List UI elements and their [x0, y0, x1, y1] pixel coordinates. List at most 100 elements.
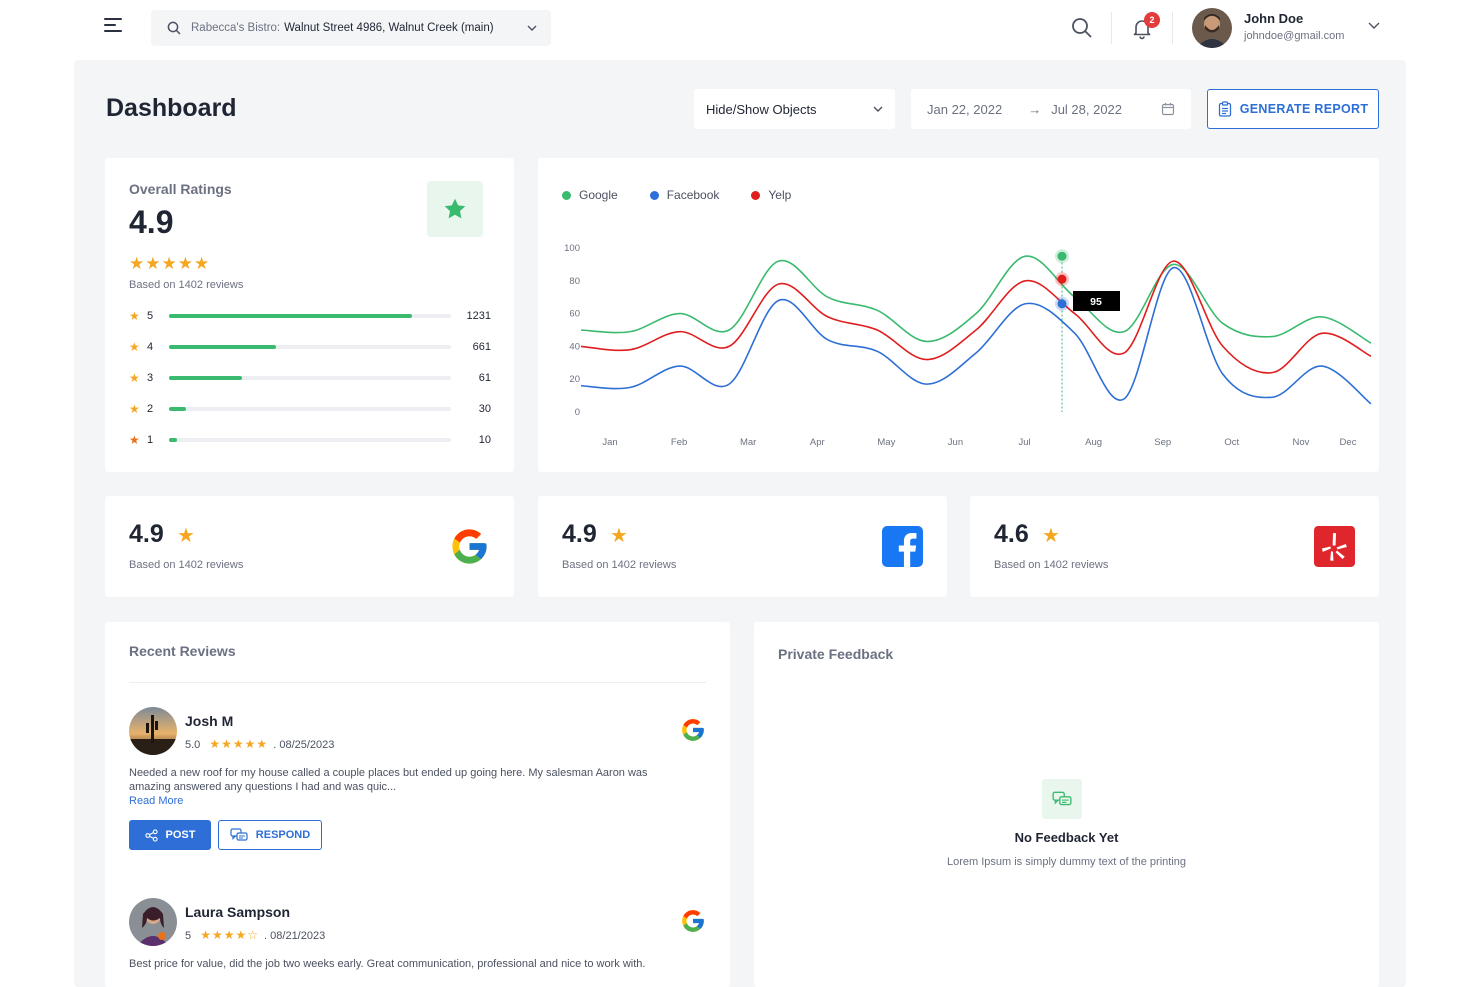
- series-line-yelp: [580, 260, 1372, 374]
- rating-bar-fill: [169, 345, 277, 349]
- y-tick-label: 80: [569, 276, 580, 287]
- post-button[interactable]: POST: [129, 820, 211, 850]
- google-logo-icon: [452, 529, 487, 564]
- rating-level: 5: [147, 310, 154, 322]
- star-icon: ★: [177, 525, 195, 547]
- x-tick-label: Feb: [671, 437, 687, 448]
- reviewer-name: Josh M: [185, 713, 234, 729]
- search-icon[interactable]: [1070, 16, 1094, 40]
- location-name: Rabecca's Bistro:: [191, 22, 281, 34]
- star-rating: ★★★★★: [129, 254, 211, 273]
- star-icon: ★: [1042, 525, 1060, 547]
- avatar[interactable]: [1192, 8, 1232, 48]
- platform-score: 4.6: [994, 520, 1029, 548]
- facebook-logo-icon: [882, 526, 923, 567]
- location-select[interactable]: Rabecca's Bistro: Walnut Street 4986, Wa…: [151, 10, 551, 46]
- rating-count: 61: [478, 372, 491, 384]
- arrow-right-icon: →: [1028, 101, 1042, 117]
- star-icon: ★: [610, 525, 628, 547]
- rating-bar: [169, 438, 451, 442]
- star-icon: ★: [129, 433, 140, 447]
- review-date: . 08/25/2023: [273, 739, 335, 751]
- divider: [1172, 12, 1173, 44]
- review-meta: 5.0 ★★★★★ . 08/25/2023: [185, 737, 334, 751]
- star-icon: ★: [129, 371, 140, 385]
- rating-bar-row: ★ 3 61: [129, 370, 491, 386]
- card-title: Private Feedback: [778, 646, 894, 662]
- y-tick-label: 100: [564, 243, 580, 254]
- chevron-down-icon[interactable]: [1368, 22, 1380, 30]
- rating-level: 4: [147, 341, 154, 353]
- rating-bar: [169, 376, 451, 380]
- review-count: Based on 1402 reviews: [994, 559, 1109, 571]
- star-icon: ★: [129, 309, 140, 323]
- highlight-point: [1057, 274, 1067, 284]
- respond-button[interactable]: RESPOND: [218, 820, 322, 850]
- rating-bar-row: ★ 4 661: [129, 339, 491, 355]
- card-title: Overall Ratings: [129, 181, 232, 197]
- generate-report-button[interactable]: GENERATE REPORT: [1207, 89, 1379, 129]
- yelp-logo-icon: [1314, 526, 1355, 567]
- top-bar: Rabecca's Bistro: Walnut Street 4986, Wa…: [0, 0, 1480, 58]
- rating-bar: [169, 314, 451, 318]
- star-icon: ★: [129, 340, 140, 354]
- hide-show-objects-select[interactable]: Hide/Show Objects: [694, 89, 895, 129]
- rating-count: 661: [472, 341, 491, 353]
- date-from[interactable]: Jan 22, 2022: [927, 102, 1002, 117]
- x-tick-label: Apr: [810, 437, 825, 448]
- highlight-point: [1057, 251, 1067, 261]
- page-title: Dashboard: [106, 94, 237, 122]
- select-label: Hide/Show Objects: [706, 101, 817, 117]
- read-more-link[interactable]: Read More: [129, 795, 183, 807]
- rating-count: 10: [478, 434, 491, 446]
- tooltip-value: 95: [1090, 296, 1102, 308]
- empty-state-text: Lorem Ipsum is simply dummy text of the …: [946, 856, 1187, 868]
- rating-level: 1: [147, 434, 154, 446]
- line-chart: 100 80 60 40 20 0 Jan Feb Mar Apr May Jun Jul Aug Sep O…: [564, 243, 1372, 448]
- review-score: 5: [185, 930, 192, 942]
- review-count: Based on 1402 reviews: [562, 559, 677, 571]
- user-email: johndoe@gmail.com: [1244, 30, 1345, 42]
- x-tick-label: Nov: [1292, 437, 1309, 448]
- avatar: [129, 898, 177, 946]
- rating-bar-row: ★ 1 10: [129, 432, 491, 448]
- review-count: Based on 1402 reviews: [129, 559, 244, 571]
- yelp-rating-card: 4.6 ★ Based on 1402 reviews: [970, 496, 1379, 597]
- rating-bar-fill: [169, 376, 243, 380]
- star-rating: ★★★★☆: [200, 928, 259, 942]
- y-tick-label: 60: [569, 309, 580, 320]
- date-to[interactable]: Jul 28, 2022: [1051, 102, 1122, 117]
- card-title: Recent Reviews: [129, 643, 236, 659]
- rating-level: 3: [147, 372, 154, 384]
- empty-state-title: No Feedback Yet: [1014, 830, 1119, 845]
- date-range-picker[interactable]: Jan 22, 2022 → Jul 28, 2022: [911, 89, 1191, 129]
- chat-bubbles-icon: [230, 828, 248, 841]
- share-icon: [144, 828, 158, 842]
- rating-count: 1231: [466, 310, 491, 322]
- user-name: John Doe: [1244, 11, 1304, 26]
- calendar-icon: [1161, 103, 1175, 116]
- divider: [1111, 12, 1112, 44]
- avatar: [129, 707, 177, 755]
- review-item: Laura Sampson 5 ★★★★☆ . 08/21/2023 Best …: [129, 898, 706, 987]
- hamburger-menu-icon[interactable]: [104, 18, 124, 38]
- rating-bar: [169, 345, 451, 349]
- rating-bar-fill: [169, 438, 178, 442]
- star-rating: ★★★★★: [209, 737, 269, 751]
- star-icon: [427, 181, 483, 237]
- overall-ratings-card: Overall Ratings 4.9 ★★★★★ Based on 1402 …: [105, 158, 514, 472]
- x-tick-label: Mar: [740, 437, 756, 448]
- reviewer-name: Laura Sampson: [185, 904, 291, 920]
- star-icon: ★: [129, 402, 140, 416]
- respond-label: RESPOND: [255, 829, 311, 841]
- rating-bar-fill: [169, 407, 186, 411]
- notification-badge: 2: [1144, 12, 1160, 28]
- review-score: 5.0: [185, 739, 201, 751]
- rating-bar: [169, 407, 451, 411]
- post-label: POST: [165, 829, 196, 841]
- chevron-down-icon: [873, 106, 883, 112]
- x-tick-label: Oct: [1224, 437, 1239, 448]
- platform-score: 4.9: [562, 520, 597, 548]
- platform-score: 4.9: [129, 520, 164, 548]
- google-logo-icon: [682, 910, 704, 932]
